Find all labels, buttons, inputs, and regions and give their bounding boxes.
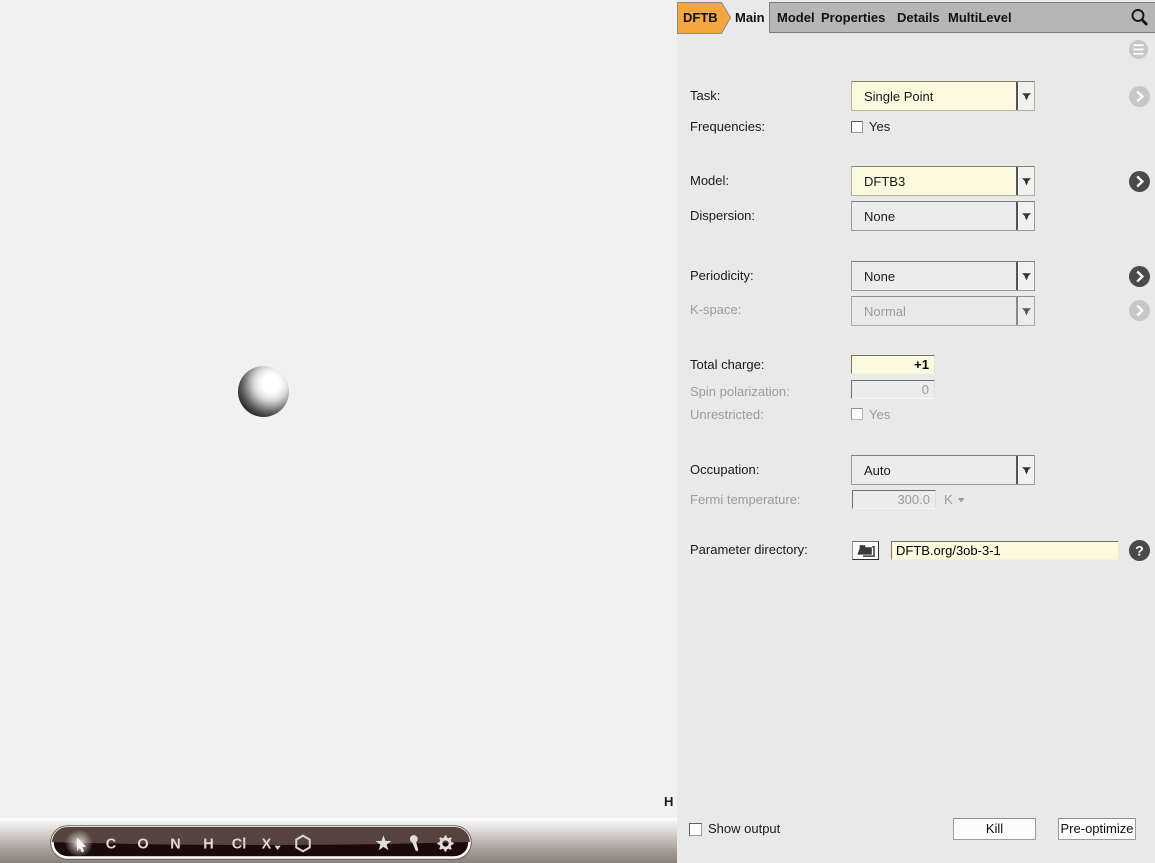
svg-text:C: C [106, 837, 117, 853]
svg-text:H: H [203, 837, 213, 853]
svg-text:O: O [137, 837, 148, 853]
svg-text:N: N [170, 837, 180, 853]
svg-text:X: X [262, 837, 272, 853]
svg-text:Cl: Cl [232, 837, 247, 853]
svg-text:?: ? [1135, 543, 1144, 559]
